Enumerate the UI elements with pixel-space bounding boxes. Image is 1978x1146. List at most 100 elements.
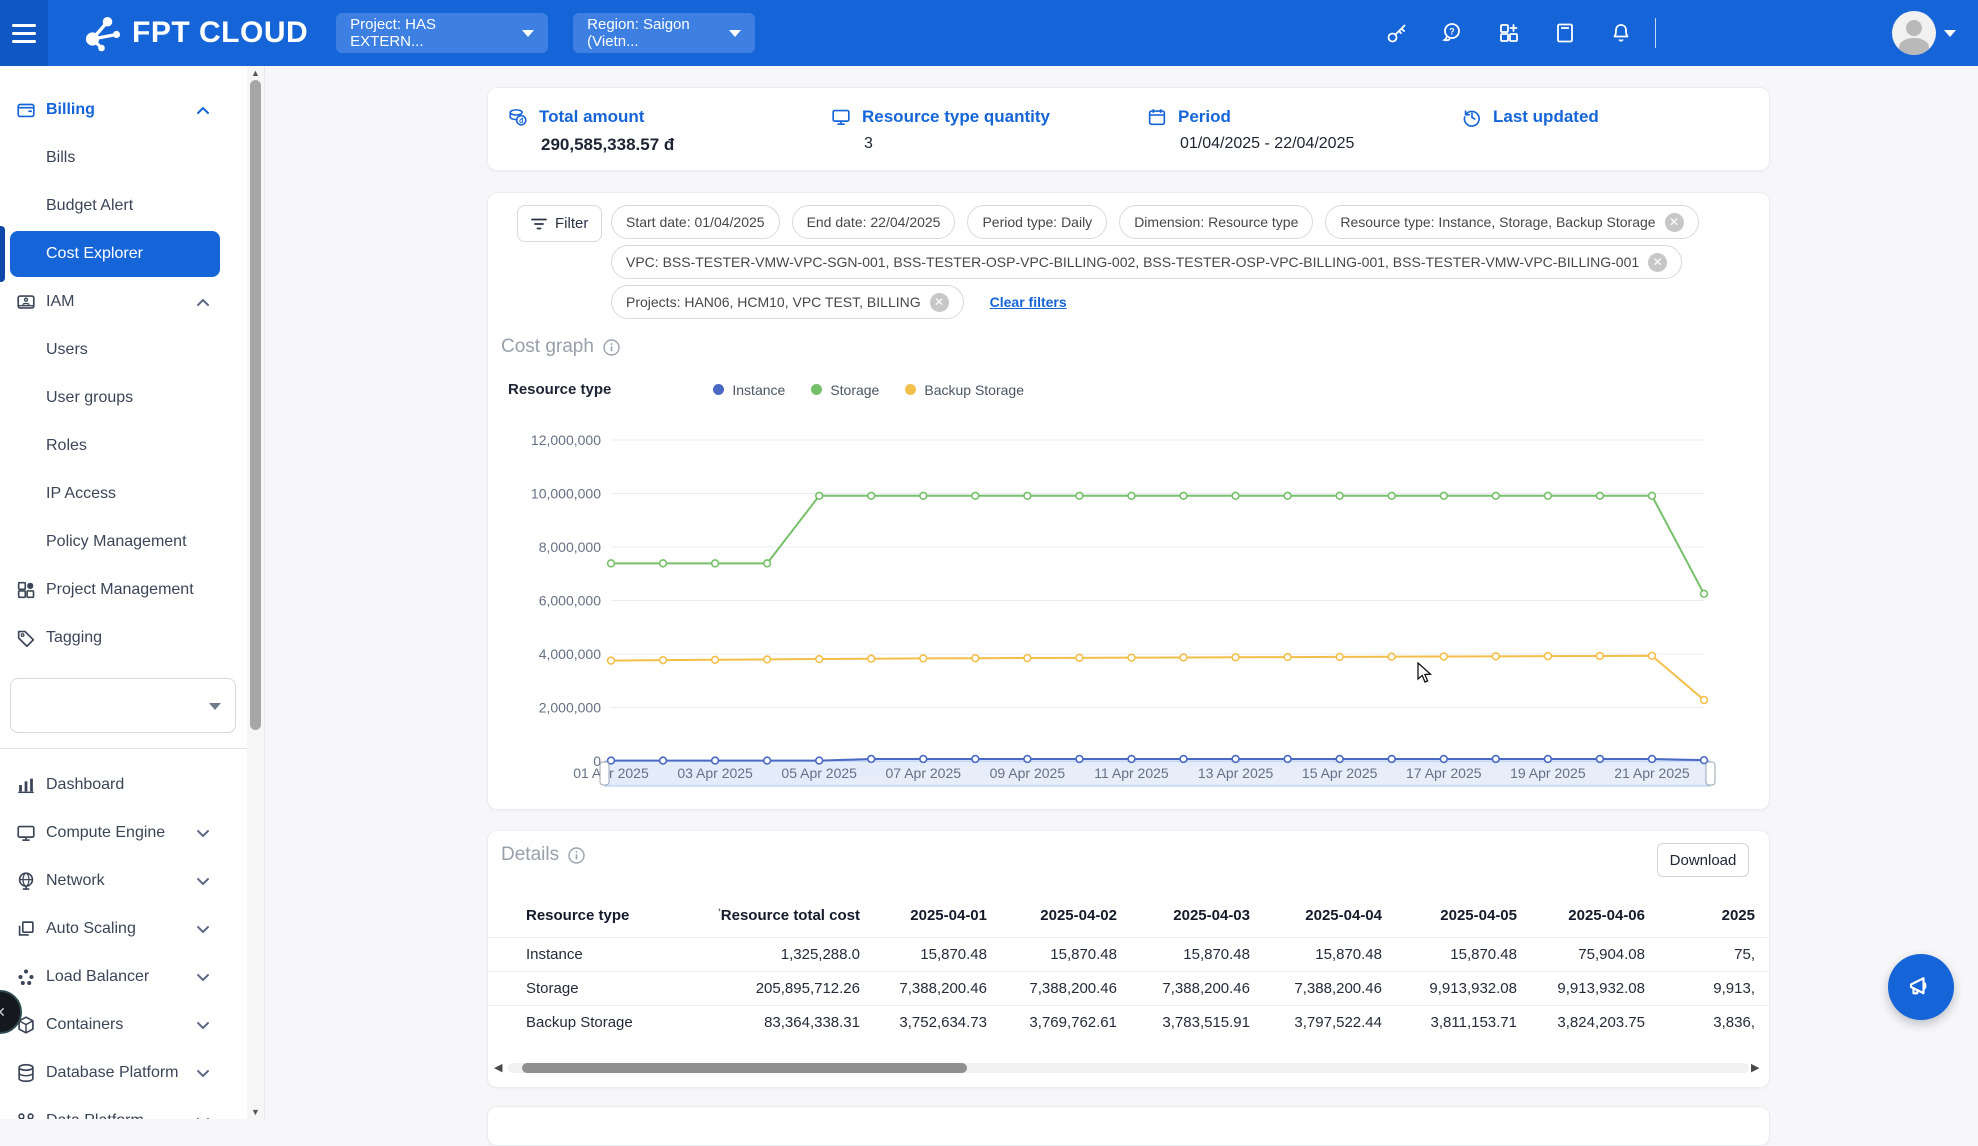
data-point[interactable]: [1336, 653, 1343, 660]
column-header[interactable]: 'Resource total cost: [688, 907, 864, 924]
data-point[interactable]: [920, 492, 927, 499]
support-chat-icon[interactable]: ?: [1425, 0, 1481, 66]
data-point[interactable]: [972, 492, 979, 499]
download-button[interactable]: Download: [1657, 843, 1749, 877]
data-point[interactable]: [1024, 655, 1031, 662]
navigator-right-handle[interactable]: [1706, 762, 1715, 785]
sidebar-service-database-platform[interactable]: Database Platform: [0, 1049, 248, 1097]
data-point[interactable]: [1440, 756, 1447, 763]
announcement-fab[interactable]: [1888, 954, 1954, 1020]
data-point[interactable]: [1232, 654, 1239, 661]
legend-item-backup-storage[interactable]: Backup Storage: [905, 382, 1024, 398]
data-point[interactable]: [1597, 756, 1604, 763]
data-point[interactable]: [1128, 492, 1135, 499]
sidebar-item-iam[interactable]: IAM: [0, 278, 248, 326]
sidebar-item-billing[interactable]: Billing: [0, 86, 248, 134]
data-point[interactable]: [1492, 756, 1499, 763]
sidebar-service-containers[interactable]: Containers: [0, 1001, 248, 1049]
info-icon[interactable]: [568, 847, 585, 864]
data-point[interactable]: [1024, 756, 1031, 763]
data-point[interactable]: [1128, 654, 1135, 661]
scroll-down-icon[interactable]: ▼: [247, 1105, 264, 1119]
sidebar-item-user-groups[interactable]: User groups: [0, 374, 248, 422]
scrollbar-thumb[interactable]: [522, 1063, 967, 1073]
data-point[interactable]: [712, 757, 719, 764]
data-point[interactable]: [1388, 756, 1395, 763]
info-icon[interactable]: [603, 339, 620, 356]
fpt-cloud-logo[interactable]: FPT CLOUD: [82, 13, 308, 53]
filter-button[interactable]: Filter: [517, 205, 602, 242]
documentation-icon[interactable]: [1537, 0, 1593, 66]
data-point[interactable]: [1232, 492, 1239, 499]
data-point[interactable]: [868, 655, 875, 662]
data-point[interactable]: [972, 756, 979, 763]
sidebar-service-auto-scaling[interactable]: Auto Scaling: [0, 905, 248, 953]
data-point[interactable]: [1597, 492, 1604, 499]
sidebar-item-tagging[interactable]: Tagging: [0, 614, 248, 662]
scroll-right-icon[interactable]: ▶: [1751, 1061, 1763, 1075]
data-point[interactable]: [816, 757, 823, 764]
data-point[interactable]: [1180, 756, 1187, 763]
region-selector[interactable]: Region: Saigon (Vietn...: [573, 13, 755, 53]
data-point[interactable]: [1076, 756, 1083, 763]
data-point[interactable]: [1701, 697, 1708, 704]
data-point[interactable]: [920, 655, 927, 662]
data-point[interactable]: [764, 757, 771, 764]
data-point[interactable]: [972, 655, 979, 662]
legend-item-storage[interactable]: Storage: [811, 382, 879, 398]
data-point[interactable]: [1076, 654, 1083, 661]
data-point[interactable]: [1544, 653, 1551, 660]
data-point[interactable]: [1492, 492, 1499, 499]
data-point[interactable]: [660, 560, 667, 567]
data-point[interactable]: [1597, 653, 1604, 660]
data-point[interactable]: [764, 560, 771, 567]
data-point[interactable]: [1128, 756, 1135, 763]
sidebar-item-ip-access[interactable]: IP Access: [0, 470, 248, 518]
sidebar-item-budget-alert[interactable]: Budget Alert: [0, 182, 248, 230]
clear-filters-link[interactable]: Clear filters: [990, 294, 1067, 310]
navigator-left-handle[interactable]: [600, 762, 609, 785]
sidebar-service-load-balancer[interactable]: Load Balancer: [0, 953, 248, 1001]
data-point[interactable]: [1180, 654, 1187, 661]
data-point[interactable]: [868, 756, 875, 763]
data-point[interactable]: [1649, 652, 1656, 659]
sidebar-scrollbar[interactable]: ▲ ▼: [247, 66, 264, 1119]
table-horizontal-scrollbar[interactable]: ◀ ▶: [494, 1061, 1763, 1075]
data-point[interactable]: [660, 757, 667, 764]
data-point[interactable]: [1544, 492, 1551, 499]
scroll-left-icon[interactable]: ◀: [494, 1061, 506, 1075]
sidebar-item-bills[interactable]: Bills: [0, 134, 248, 182]
data-point[interactable]: [1232, 756, 1239, 763]
data-point[interactable]: [1284, 654, 1291, 661]
data-point[interactable]: [608, 657, 615, 664]
data-point[interactable]: [608, 560, 615, 567]
data-point[interactable]: [660, 657, 667, 664]
sidebar-service-data-platform[interactable]: Data Platform: [0, 1097, 248, 1119]
project-selector[interactable]: Project: HAS EXTERN...: [336, 13, 548, 53]
data-point[interactable]: [1544, 756, 1551, 763]
series-line-storage[interactable]: [611, 496, 1704, 594]
data-point[interactable]: [764, 656, 771, 663]
sidebar-item-users[interactable]: Users: [0, 326, 248, 374]
sidebar-item-cost-explorer[interactable]: Cost Explorer: [0, 230, 248, 278]
data-point[interactable]: [1388, 492, 1395, 499]
chip-remove-icon[interactable]: ✕: [1648, 253, 1667, 272]
data-point[interactable]: [1388, 653, 1395, 660]
sidebar-service-network[interactable]: Network: [0, 857, 248, 905]
chip-remove-icon[interactable]: ✕: [1665, 213, 1684, 232]
series-line-backup-storage[interactable]: [611, 656, 1704, 700]
key-icon[interactable]: [1369, 0, 1425, 66]
sidebar-item-project-management[interactable]: Project Management: [0, 566, 248, 614]
sidebar-service-dashboard[interactable]: Dashboard: [0, 761, 248, 809]
series-line-instance[interactable]: [611, 759, 1704, 761]
data-point[interactable]: [1336, 756, 1343, 763]
scroll-up-icon[interactable]: ▲: [247, 66, 264, 80]
cost-line-chart[interactable]: 02,000,0004,000,0006,000,0008,000,00010,…: [488, 421, 1771, 806]
user-account-menu[interactable]: [1892, 11, 1956, 55]
data-point[interactable]: [1492, 653, 1499, 660]
data-point[interactable]: [712, 656, 719, 663]
data-point[interactable]: [1076, 492, 1083, 499]
legend-item-instance[interactable]: Instance: [713, 382, 785, 398]
apps-grid-icon[interactable]: [1481, 0, 1537, 66]
data-point[interactable]: [816, 492, 823, 499]
